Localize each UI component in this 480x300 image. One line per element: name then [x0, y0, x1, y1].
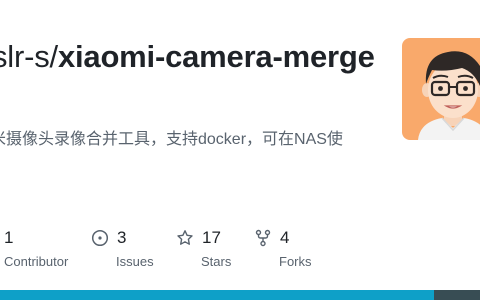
contributors-label: Contributor: [4, 254, 69, 269]
language-bar: [0, 290, 480, 300]
fork-icon: [254, 229, 272, 247]
issues-count: 3: [117, 228, 127, 247]
owner-avatar[interactable]: [402, 38, 480, 140]
avatar-illustration: [418, 51, 480, 140]
contributors-stat[interactable]: 1 Contributor: [4, 228, 68, 270]
issues-stat[interactable]: 3 Issues: [91, 228, 154, 270]
language-segment-secondary: [434, 290, 480, 300]
stars-count: 17: [202, 228, 221, 247]
language-segment-primary: [0, 290, 435, 300]
issue-icon: [91, 229, 109, 247]
stars-stat[interactable]: 17 Stars: [176, 228, 231, 270]
repo-title[interactable]: slr-s/xiaomi-camera-merge: [0, 36, 382, 78]
repo-name[interactable]: xiaomi-camera-merge: [58, 39, 375, 74]
forks-label: Forks: [279, 254, 312, 269]
stars-label: Stars: [201, 254, 232, 269]
repo-owner[interactable]: slr-s/: [0, 39, 58, 74]
repo-description: 米摄像头录像合并工具，支持docker，可在NAS使: [0, 131, 343, 148]
forks-stat[interactable]: 4 Forks: [254, 228, 312, 270]
contributors-count: 1: [4, 228, 14, 247]
star-icon: [176, 229, 194, 247]
forks-count: 4: [280, 228, 290, 247]
issues-label: Issues: [116, 254, 154, 269]
